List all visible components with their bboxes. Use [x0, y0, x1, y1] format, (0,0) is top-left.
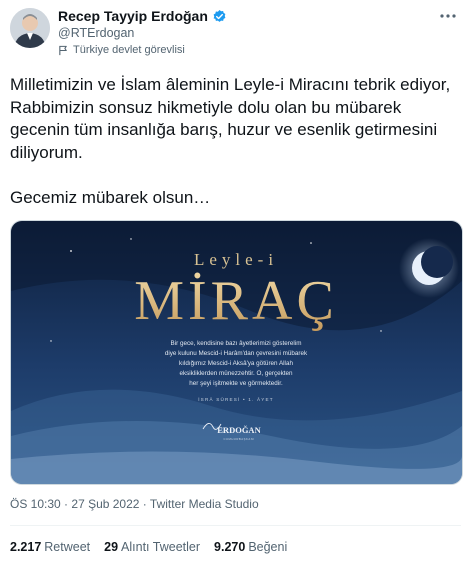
verse-line-4: eksikliklerden münezzehtir. O, gerçekten: [179, 370, 293, 377]
retweets-count: 2.217: [10, 540, 42, 554]
divider: [10, 525, 461, 526]
meta-separator: ·: [142, 497, 147, 511]
likes-count: 9.270: [214, 540, 246, 554]
quotes-label: Alıntı Tweetler: [121, 540, 201, 554]
more-options-button[interactable]: [436, 6, 460, 26]
retweets-stat[interactable]: 2.217 Retweet: [10, 540, 90, 554]
tweet-media-image[interactable]: Leyle-i MİRAÇ Bir gece, kendisine bazı â…: [10, 220, 463, 485]
affiliation-text: Türkiye devlet görevlisi: [73, 44, 185, 56]
tweet-header: Recep Tayyip Erdoğan @RTErdogan Türkiye …: [0, 0, 469, 60]
tweet-source[interactable]: Twitter Media Studio: [150, 497, 259, 511]
poster-title: MİRAÇ: [134, 270, 338, 332]
portrait-avatar-icon: [10, 8, 50, 48]
tweet-text: Milletimizin ve İslam âleminin Leyle-i M…: [10, 75, 451, 207]
tweet-date[interactable]: 27 Şub 2022: [71, 497, 139, 511]
flag-icon: [59, 45, 67, 55]
author-name-text: Recep Tayyip Erdoğan: [58, 8, 208, 24]
tweet-stats: 2.217 Retweet 29 Alıntı Tweetler 9.270 Beğe…: [10, 540, 287, 554]
verse-line-3: kıldığımız Mescid-i Aksâ'ya götüren Alla…: [179, 360, 293, 367]
signature-name: ERDOĞAN: [217, 425, 261, 435]
likes-label: Beğeni: [248, 540, 288, 554]
quotes-count: 29: [104, 540, 119, 554]
tweet-meta: ÖS 10:30 · 27 Şub 2022 · Twitter Media S…: [10, 497, 259, 511]
verse-line-1: Bir gece, kendisine bazı âyetlerimizi gö…: [171, 340, 302, 347]
poster-subtitle: Leyle-i: [194, 250, 278, 269]
miraç-poster: Leyle-i MİRAÇ Bir gece, kendisine bazı â…: [11, 221, 462, 484]
avatar[interactable]: [10, 8, 50, 48]
quotes-stat[interactable]: 29 Alıntı Tweetler: [104, 540, 200, 554]
affiliation-label: Türkiye devlet görevlisi: [58, 44, 185, 56]
verse-line-2: diye kulunu Mescid-i Harâm'dan çevresini…: [165, 350, 308, 357]
meta-separator: ·: [64, 497, 69, 511]
signature-caption: CUMHURBAŞKANI: [223, 437, 254, 441]
likes-stat[interactable]: 9.270 Beğeni: [214, 540, 287, 554]
more-dots-icon: [440, 14, 456, 18]
verified-badge-icon: [213, 9, 226, 22]
verse-line-5: her şeyi işitmekte ve görmektedir.: [189, 380, 283, 387]
verse-source: İSRÂ SÛRESİ • 1. ÂYET: [198, 396, 274, 402]
author-name[interactable]: Recep Tayyip Erdoğan: [58, 8, 227, 24]
author-handle[interactable]: @RTErdogan: [58, 26, 134, 40]
tweet-time[interactable]: ÖS 10:30: [10, 497, 61, 511]
retweets-label: Retweet: [44, 540, 91, 554]
